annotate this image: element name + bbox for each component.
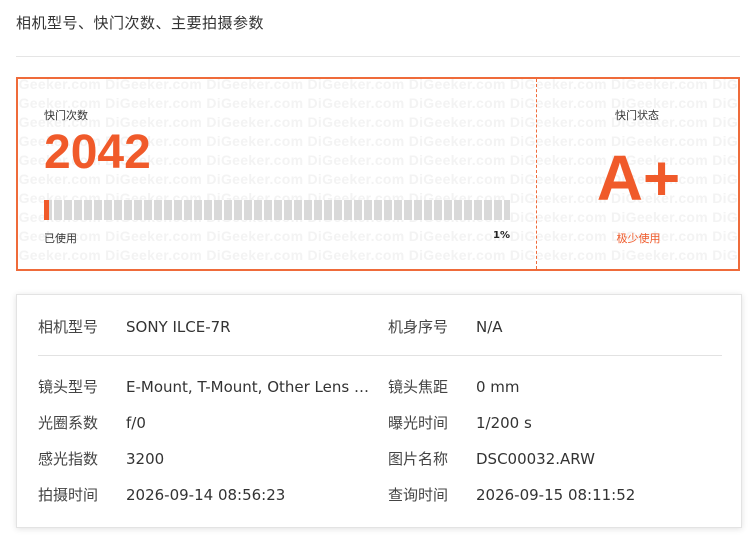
params-divider xyxy=(38,355,722,356)
shutter-count-value: 2042 xyxy=(44,126,151,179)
aperture-value: f/0 xyxy=(126,414,146,432)
lens-model-label: 镜头型号 xyxy=(38,378,99,396)
shutter-result-page: 相机型号、快门次数、主要拍摄参数 DiGeeker.com DiGeeker.c… xyxy=(0,0,756,542)
shutter-count-label: 快门次数 xyxy=(44,109,88,122)
params-card: 相机型号 SONY ILCE-7R 机身序号 N/A 镜头型号 E-Mount,… xyxy=(16,294,742,528)
focal-length-value: 0 mm xyxy=(476,378,520,396)
iso-label: 感光指数 xyxy=(38,450,99,468)
exposure-value: 1/200 s xyxy=(476,414,532,432)
param-row: 拍摄时间 2026-09-14 08:56:23 查询时间 2026-09-15… xyxy=(17,484,741,506)
shutter-status-panel: 快门状态 A+ 极少使用 xyxy=(537,79,738,269)
shot-time-label: 拍摄时间 xyxy=(38,486,99,504)
usage-progress-bar xyxy=(44,200,510,220)
filename-label: 图片名称 xyxy=(388,450,449,468)
shutter-count-panel: 快门次数 2042 已使用 1% xyxy=(18,79,536,269)
query-time-label: 查询时间 xyxy=(388,486,449,504)
filename-value: DSC00032.ARW xyxy=(476,450,595,468)
focal-length-label: 镜头焦距 xyxy=(388,378,449,396)
shutter-grade: A+ xyxy=(596,142,681,214)
serial-value: N/A xyxy=(476,318,503,336)
param-row: 光圈系数 f/0 曝光时间 1/200 s xyxy=(17,412,741,434)
shutter-card: DiGeeker.com DiGeeker.com DiGeeker.com D… xyxy=(16,77,740,271)
shot-time-value: 2026-09-14 08:56:23 xyxy=(126,486,286,504)
exposure-label: 曝光时间 xyxy=(388,414,449,432)
shutter-status-label: 快门状态 xyxy=(615,109,659,122)
section-divider xyxy=(16,56,740,57)
query-time-value: 2026-09-15 08:11:52 xyxy=(476,486,636,504)
usage-progress-fill xyxy=(44,200,49,220)
lens-model-value: E-Mount, T-Mount, Other Lens or no lens xyxy=(126,378,372,396)
shutter-grade-desc: 极少使用 xyxy=(616,232,661,245)
serial-label: 机身序号 xyxy=(388,318,449,336)
param-row: 感光指数 3200 图片名称 DSC00032.ARW xyxy=(17,448,741,470)
used-label: 已使用 xyxy=(44,232,77,245)
param-row: 相机型号 SONY ILCE-7R 机身序号 N/A xyxy=(17,316,741,338)
aperture-label: 光圈系数 xyxy=(38,414,99,432)
section-title: 相机型号、快门次数、主要拍摄参数 xyxy=(16,14,265,32)
camera-model-label: 相机型号 xyxy=(38,318,99,336)
camera-model-value: SONY ILCE-7R xyxy=(126,318,231,336)
param-row: 镜头型号 E-Mount, T-Mount, Other Lens or no … xyxy=(17,376,741,398)
iso-value: 3200 xyxy=(126,450,165,468)
used-percent: 1% xyxy=(493,230,510,241)
